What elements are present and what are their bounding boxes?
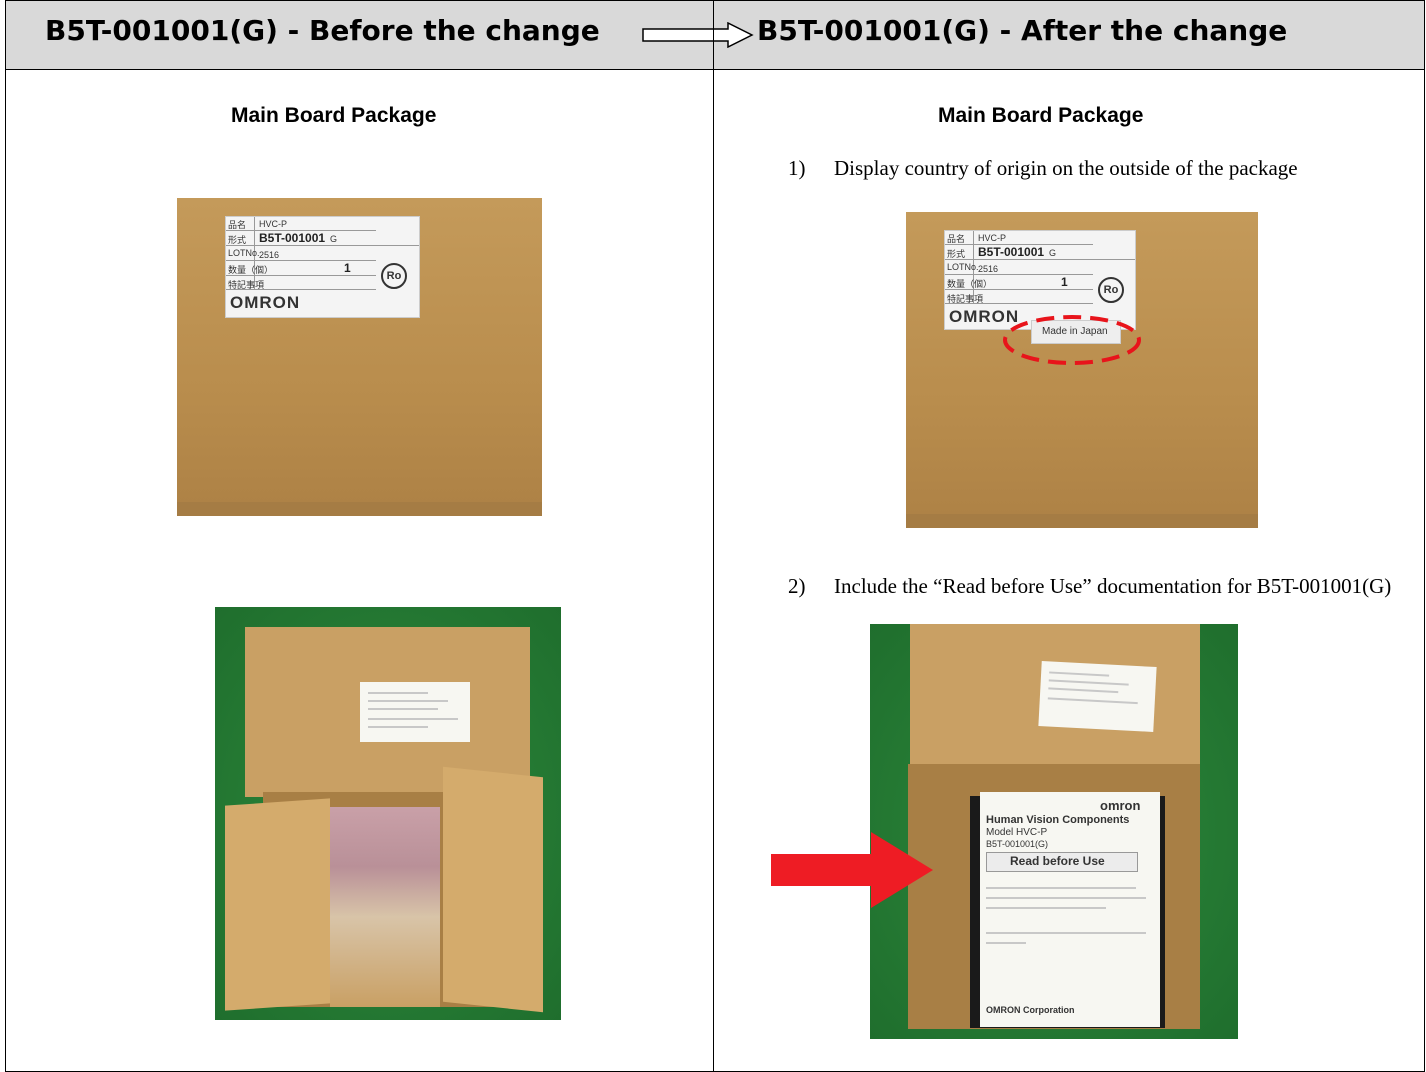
column-divider	[713, 0, 714, 1072]
closed-box-photo: 品名 HVC-P 形式 B5T-001001 G LOTNo. 2516 数量（…	[177, 198, 542, 516]
red-arrow-icon	[771, 832, 933, 908]
note-1: 1) Display country of origin on the outsi…	[788, 156, 1298, 180]
read-before-use-leaflet: omron Human Vision Components Model HVC-…	[980, 792, 1160, 1027]
closed-box-country-photo: 品名 HVC-P 形式 B5T-001001 G LOTNo. 2516 数量（…	[906, 212, 1258, 528]
note-2: 2) Include the “Read before Use” document…	[788, 574, 1392, 598]
left-section-title: Main Board Package	[231, 104, 437, 127]
product-label: 品名 HVC-P 形式 B5T-001001 G LOTNo. 2516 数量（…	[225, 216, 420, 318]
open-box-photo	[215, 607, 561, 1020]
bubble-wrap	[330, 807, 440, 1007]
highlight-ellipse	[1003, 315, 1141, 365]
right-section-title: Main Board Package	[938, 104, 1144, 127]
omron-logo: OMRON	[230, 293, 301, 312]
